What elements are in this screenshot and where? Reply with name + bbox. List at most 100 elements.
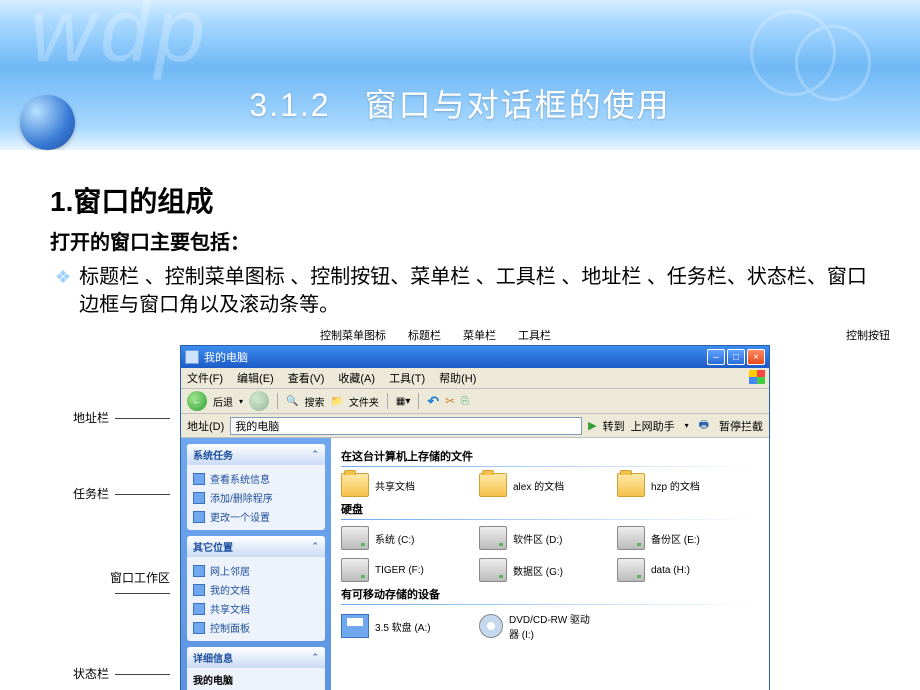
menu-bar: 文件(F) 编辑(E) 查看(V) 收藏(A) 工具(T) 帮助(H) [181,368,769,389]
label-status-bar: 状态栏 [50,665,170,682]
collapse-icon[interactable]: ⌃ [311,449,319,460]
folder-item[interactable]: alex 的文档 [479,473,599,497]
panel-title: 系统任务 [193,447,233,462]
control-menu-icon[interactable] [185,350,199,364]
heading-1: 1.窗口的组成 [50,180,880,220]
maximize-button[interactable]: □ [727,349,745,365]
panel-title: 其它位置 [193,539,233,554]
folder-item[interactable]: hzp 的文档 [617,473,737,497]
collapse-icon[interactable]: ⌃ [311,541,319,552]
main-pane: 在这台计算机上存储的文件 共享文档 alex 的文档 hzp 的文档 硬盘 系统… [331,438,769,690]
add-remove-icon [193,492,205,504]
banner-watermark: wdp [30,0,210,83]
search-label: 搜索 [304,394,324,409]
search-icon[interactable]: 🔍 [286,396,298,407]
menu-help[interactable]: 帮助(H) [439,370,476,386]
back-button[interactable]: ← [187,391,207,411]
top-labels: 控制菜单图标 标题栏 菜单栏 工具栏 [320,327,551,343]
folders-icon[interactable]: 📁 [330,396,342,407]
label-address-bar: 地址栏 [50,409,170,426]
removable-item[interactable]: DVD/CD-RW 驱动器 (I:) [479,611,599,641]
copy-icon[interactable]: ⎘ [461,396,469,407]
bullet-marker: ❖ [55,263,71,291]
settings-icon [193,511,205,523]
bullet-text: 标题栏 、控制菜单图标 、控制按钮、菜单栏 、工具栏 、地址栏 、任务栏、状态栏… [79,263,880,319]
task-item[interactable]: 更改一个设置 [193,507,319,526]
cd-icon [479,614,503,638]
drive-icon [479,558,507,582]
shared-icon [193,603,205,615]
task-item[interactable]: 查看系统信息 [193,469,319,488]
undo-icon[interactable]: ↶ [427,393,439,410]
panel-system-tasks: 系统任务 ⌃ 查看系统信息 添加/删除程序 更改一个设置 [187,444,325,530]
minimize-button[interactable]: – [707,349,725,365]
label-title-bar: 标题栏 [408,327,441,343]
address-input[interactable] [230,417,582,435]
section-title: 在这台计算机上存储的文件 [341,448,759,464]
drive-item[interactable]: TIGER (F:) [341,558,461,582]
drive-icon [617,526,645,550]
folder-item[interactable]: 共享文档 [341,473,461,497]
window-buttons: – □ × [707,349,765,365]
bullet-row: ❖ 标题栏 、控制菜单图标 、控制按钮、菜单栏 、工具栏 、地址栏 、任务栏、状… [55,263,880,319]
panel-other-places: 其它位置 ⌃ 网上邻居 我的文档 共享文档 控制面板 [187,536,325,641]
menu-tools[interactable]: 工具(T) [389,370,425,386]
drive-icon [341,558,369,582]
label-task-bar: 任务栏 [50,485,170,502]
menu-edit[interactable]: 编辑(E) [237,370,274,386]
folders-label: 文件夹 [349,394,379,409]
label-tool-bar: 工具栏 [518,327,551,343]
windows-flag-icon [749,370,765,384]
menu-view[interactable]: 查看(V) [288,370,325,386]
place-item[interactable]: 我的文档 [193,580,319,599]
drive-item[interactable]: data (H:) [617,558,737,582]
place-item[interactable]: 控制面板 [193,618,319,637]
removable-item[interactable]: 3.5 软盘 (A:) [341,611,461,641]
back-label: 后退 [213,394,233,409]
label-control-menu-icon: 控制菜单图标 [320,327,386,343]
section-title: 有可移动存储的设备 [341,586,759,602]
go-label: 转到 [603,418,625,434]
menu-file[interactable]: 文件(F) [187,370,223,386]
label-control-buttons: 控制按钮 [846,327,890,343]
folder-icon [341,473,369,497]
assistant-label[interactable]: 上网助手 [631,418,675,434]
drive-icon [617,558,645,582]
collapse-icon[interactable]: ⌃ [311,652,319,663]
place-item[interactable]: 网上邻居 [193,561,319,580]
close-button[interactable]: × [747,349,765,365]
printer-icon[interactable]: 🖶 [699,416,709,435]
xp-window: 我的电脑 – □ × 文件(F) 编辑(E) 查看(V) 收藏(A) 工具(T)… [180,345,770,690]
sidebar: 系统任务 ⌃ 查看系统信息 添加/删除程序 更改一个设置 其它位置 ⌃ 网上邻居 我… [181,438,331,690]
label-menu-bar: 菜单栏 [463,327,496,343]
cut-icon[interactable]: ✂ [445,394,455,408]
drive-item[interactable]: 软件区 (D:) [479,526,599,550]
slide-banner: wdp 3.1.2 窗口与对话框的使用 [0,0,920,150]
pause-block-label[interactable]: 暂停拦截 [719,418,763,434]
panel-title: 详细信息 [193,650,233,665]
floppy-icon [341,614,369,638]
label-work-area: 窗口工作区 [50,569,170,600]
place-item[interactable]: 共享文档 [193,599,319,618]
address-bar: 地址(D) ▶ 转到 上网助手 ▾ 🖶 暂停拦截 [181,414,769,438]
panel-details: 详细信息⌃ 我的电脑 系统文件夹 [187,647,325,690]
folder-icon [479,473,507,497]
slide-title: 3.1.2 窗口与对话框的使用 [0,80,920,126]
documents-icon [193,584,205,596]
forward-button[interactable]: → [249,391,269,411]
task-item[interactable]: 添加/删除程序 [193,488,319,507]
heading-2: 打开的窗口主要包括： [50,226,880,255]
tool-bar: ← 后退 ▾ → 🔍 搜索 📁 文件夹 ▦▾ ↶ ✂ ⎘ [181,389,769,414]
drive-item[interactable]: 系统 (C:) [341,526,461,550]
network-icon [193,565,205,577]
menu-fav[interactable]: 收藏(A) [338,370,375,386]
title-bar[interactable]: 我的电脑 – □ × [181,346,769,368]
views-icon[interactable]: ▦▾ [396,396,410,407]
drive-icon [479,526,507,550]
diagram: 控制菜单图标 标题栏 菜单栏 工具栏 控制按钮 地址栏 任务栏 窗口工作区 状态… [180,327,900,690]
drive-item[interactable]: 数据区 (G:) [479,558,599,582]
details-name: 我的电脑 [193,672,319,687]
drive-item[interactable]: 备份区 (E:) [617,526,737,550]
go-icon[interactable]: ▶ [588,419,596,432]
section-title: 硬盘 [341,501,759,517]
